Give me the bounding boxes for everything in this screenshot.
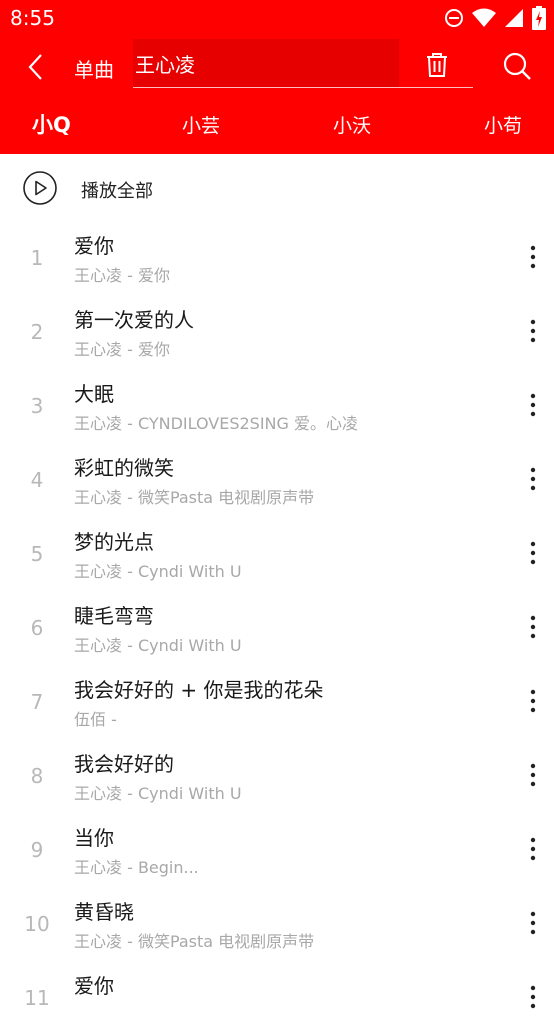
song-number: 8: [30, 764, 44, 788]
song-title: 大眠: [74, 382, 114, 406]
song-title: 我会好好的 + 你是我的花朵: [74, 678, 324, 702]
search-underline: [133, 87, 473, 88]
cellular-signal-icon: [504, 8, 524, 28]
song-list: 1 爱你 王心凌 - 爱你 2 第一次爱的人 王心凌 - 爱你 3 大眠 王心凌…: [0, 222, 554, 1036]
song-number: 7: [30, 690, 44, 714]
song-title: 睫毛弯弯: [74, 604, 154, 628]
song-row[interactable]: 10 黄昏晓 王心凌 - 微笑Pasta 电视剧原声带: [0, 888, 554, 962]
more-vert-icon[interactable]: [518, 316, 548, 346]
song-row[interactable]: 1 爱你 王心凌 - 爱你: [0, 222, 554, 296]
song-number: 11: [24, 986, 50, 1010]
song-title: 当你: [74, 826, 114, 850]
song-row[interactable]: 4 彩虹的微笑 王心凌 - 微笑Pasta 电视剧原声带: [0, 444, 554, 518]
song-subtitle: 王心凌 - CYNDILOVES2SING 爱。心凌: [74, 414, 358, 433]
song-subtitle: 王心凌 - Cyndi With U: [74, 562, 242, 581]
play-all-label: 播放全部: [81, 181, 153, 202]
wifi-icon: [472, 8, 496, 28]
song-row[interactable]: 6 睫毛弯弯 王心凌 - Cyndi With U: [0, 592, 554, 666]
play-all-button[interactable]: 播放全部: [0, 154, 554, 222]
song-title: 第一次爱的人: [74, 308, 194, 332]
more-vert-icon[interactable]: [518, 908, 548, 938]
tab-xiaoyun[interactable]: 小芸: [182, 111, 220, 138]
tab-xiaogou[interactable]: 小苟: [484, 111, 522, 138]
tab-xiaoq[interactable]: 小Q: [32, 109, 71, 139]
song-row[interactable]: 8 我会好好的 王心凌 - Cyndi With U: [0, 740, 554, 814]
tab-xiaowo[interactable]: 小沃: [333, 111, 371, 138]
song-row[interactable]: 3 大眠 王心凌 - CYNDILOVES2SING 爱。心凌: [0, 370, 554, 444]
song-subtitle: 王心凌 - Cyndi With U: [74, 784, 242, 803]
more-vert-icon[interactable]: [518, 390, 548, 420]
song-row[interactable]: 9 当你 王心凌 - Begin...: [0, 814, 554, 888]
status-icons: [444, 6, 546, 30]
trash-icon[interactable]: [421, 49, 453, 81]
more-vert-icon[interactable]: [518, 242, 548, 272]
more-vert-icon[interactable]: [518, 612, 548, 642]
song-number: 10: [24, 912, 50, 936]
song-row[interactable]: 5 梦的光点 王心凌 - Cyndi With U: [0, 518, 554, 592]
more-vert-icon[interactable]: [518, 982, 548, 1012]
song-number: 6: [30, 616, 44, 640]
back-arrow-icon[interactable]: [20, 51, 52, 83]
status-bar: 8:55: [0, 0, 554, 37]
song-subtitle: 王心凌 - 爱你: [74, 340, 170, 359]
song-row[interactable]: 2 第一次爱的人 王心凌 - 爱你: [0, 296, 554, 370]
song-title: 梦的光点: [74, 530, 154, 554]
status-time: 8:55: [10, 6, 55, 30]
page-title: 单曲: [74, 58, 114, 82]
song-subtitle: 王心凌 - Cyndi With U: [74, 636, 242, 655]
song-number: 9: [30, 838, 44, 862]
song-subtitle: 王心凌 - 爱你: [74, 266, 170, 285]
song-number: 2: [30, 320, 44, 344]
more-vert-icon[interactable]: [518, 834, 548, 864]
song-number: 3: [30, 394, 44, 418]
song-number: 1: [30, 246, 44, 270]
search-icon[interactable]: [500, 49, 534, 83]
more-vert-icon[interactable]: [518, 538, 548, 568]
song-title: 我会好好的: [74, 752, 174, 776]
search-input[interactable]: [133, 39, 397, 87]
battery-charging-icon: [532, 6, 546, 30]
song-subtitle: 伍佰 -: [74, 710, 117, 729]
song-subtitle: 王心凌 - 微笑Pasta 电视剧原声带: [74, 932, 315, 951]
toolbar: 单曲: [0, 37, 554, 96]
song-title: 爱你: [74, 234, 114, 258]
song-title: 黄昏晓: [74, 900, 134, 924]
song-subtitle: 王心凌 - Begin...: [74, 858, 199, 877]
more-vert-icon[interactable]: [518, 760, 548, 790]
song-number: 4: [30, 468, 44, 492]
song-row[interactable]: 11 爱你: [0, 962, 554, 1036]
more-vert-icon[interactable]: [518, 686, 548, 716]
play-circle-icon: [23, 171, 57, 205]
song-number: 5: [30, 542, 44, 566]
more-vert-icon[interactable]: [518, 464, 548, 494]
song-title: 彩虹的微笑: [74, 456, 174, 480]
source-tabs: 小Q 小芸 小沃 小苟: [0, 96, 554, 154]
do-not-disturb-icon: [444, 8, 464, 28]
song-row[interactable]: 7 我会好好的 + 你是我的花朵 伍佰 -: [0, 666, 554, 740]
song-subtitle: 王心凌 - 微笑Pasta 电视剧原声带: [74, 488, 315, 507]
